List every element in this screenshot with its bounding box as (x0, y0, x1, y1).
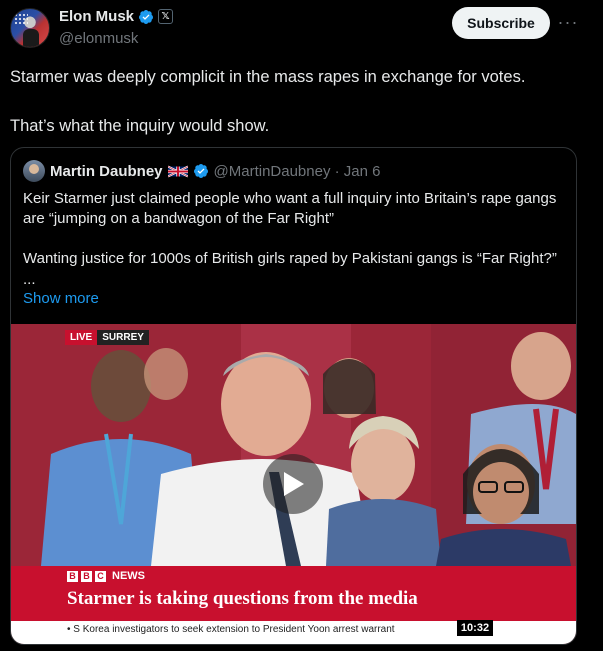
quoted-post[interactable]: Martin Daubney @MartinDaubney · Jan 6 Ke… (10, 147, 577, 645)
news-label: NEWS (112, 570, 145, 582)
subscribe-button[interactable]: Subscribe (452, 7, 550, 39)
post-text-line-1: Starmer was deeply complicit in the mass… (10, 68, 526, 86)
ticker-text: • S Korea investigators to seek extensio… (67, 624, 395, 635)
uk-flag-icon (167, 165, 188, 177)
verified-badge-icon (139, 9, 154, 24)
live-label: LIVE (65, 330, 98, 345)
play-icon[interactable] (263, 454, 323, 514)
author-handle[interactable]: @elonmusk (59, 30, 138, 47)
quoted-author-avatar (23, 160, 45, 182)
bbc-news-logo: B B C NEWS (67, 570, 145, 582)
quoted-author-name: Martin Daubney (50, 162, 163, 180)
show-more-link[interactable]: Show more (23, 290, 99, 307)
author-name[interactable]: Elon Musk (59, 8, 134, 25)
quoted-handle-date: @MartinDaubney · Jan 6 (213, 162, 381, 180)
live-badge: LIVE SURREY (65, 330, 149, 345)
quoted-text-para-1: Keir Starmer just claimed people who wan… (23, 190, 557, 227)
bbc-letter: B (67, 570, 78, 582)
quoted-verified-badge-icon (193, 164, 208, 178)
video-headline: Starmer is taking questions from the med… (67, 588, 418, 609)
broadcast-clock: 10:32 (457, 620, 493, 636)
author-name-line: Elon Musk 𝕏 (59, 8, 174, 25)
location-label: SURREY (97, 330, 149, 345)
quoted-text-para-2: Wanting justice for 1000s of British gir… (23, 250, 557, 267)
bbc-letter: B (81, 570, 92, 582)
quoted-post-header: Martin Daubney @MartinDaubney · Jan 6 (23, 160, 381, 182)
x-affiliate-icon: 𝕏 (158, 9, 174, 24)
quoted-text-ellipsis: ... (23, 271, 36, 288)
bbc-letter: C (95, 570, 106, 582)
author-avatar[interactable] (10, 8, 50, 48)
post-text-line-2: That’s what the inquiry would show. (10, 117, 270, 135)
more-options-icon[interactable]: ··· (556, 10, 580, 34)
video-player[interactable]: LIVE SURREY B B C NEWS Starmer is taking… (11, 324, 576, 644)
post: Elon Musk 𝕏 @elonmusk Subscribe ··· Star… (0, 0, 603, 651)
